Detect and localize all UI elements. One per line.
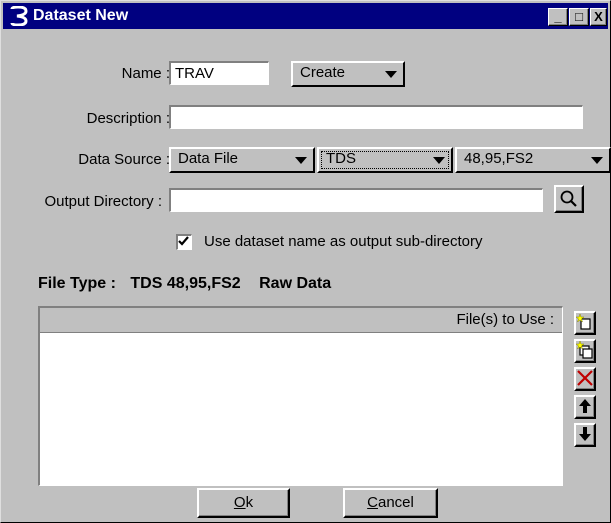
subdir-checkbox[interactable]: [176, 234, 192, 250]
version-value: 48,95,FS2: [464, 150, 534, 167]
format-dropdown[interactable]: TDS: [317, 147, 453, 173]
title-bar[interactable]: Dataset New _ □ X: [3, 3, 608, 29]
ok-mnemonic: O: [233, 494, 246, 511]
chevron-down-icon: [385, 71, 397, 78]
subdir-checkbox-label: Use dataset name as output sub-directory: [204, 233, 483, 250]
output-directory-label: Output Directory :: [44, 193, 162, 210]
data-source-label: Data Source :: [78, 151, 170, 168]
files-list-header: File(s) to Use :: [40, 308, 562, 333]
chevron-down-icon: [295, 157, 307, 164]
description-label: Description :: [86, 110, 170, 127]
cancel-button[interactable]: Cancel: [343, 488, 438, 518]
output-directory-field[interactable]: [169, 188, 543, 212]
magnifier-icon: [560, 190, 577, 207]
data-source-value: Data File: [178, 150, 239, 167]
delete-x-icon: [577, 370, 593, 386]
data-source-dropdown[interactable]: Data File: [169, 147, 315, 173]
chevron-down-icon: [433, 157, 445, 164]
cancel-label-rest: ancel: [377, 494, 414, 511]
add-file-button[interactable]: [574, 311, 596, 335]
move-down-icon: [579, 427, 591, 441]
file-type-label: File Type :: [38, 275, 116, 292]
move-up-icon: [579, 399, 591, 413]
copy-file-icon: [575, 340, 593, 359]
mode-dropdown[interactable]: Create: [291, 61, 405, 87]
format-value: TDS: [326, 150, 356, 167]
ok-label-rest: k: [245, 494, 254, 511]
maximize-button[interactable]: □: [569, 8, 589, 26]
app-logo-icon: [10, 6, 28, 26]
file-type-value: TDS 48,95,FS2: [130, 275, 241, 292]
file-type-line: File Type : TDS 48,95,FS2 Raw Data: [38, 275, 331, 293]
delete-file-button[interactable]: [574, 367, 596, 391]
dataset-new-window: Dataset New _ □ X Name : TRAV Create Des…: [0, 0, 611, 523]
name-field[interactable]: TRAV: [169, 61, 269, 85]
version-dropdown[interactable]: 48,95,FS2: [455, 147, 611, 173]
checkmark-icon: [178, 236, 189, 246]
cancel-mnemonic: C: [367, 494, 378, 511]
move-down-button[interactable]: [574, 423, 596, 447]
close-button[interactable]: X: [590, 8, 607, 26]
window-title: Dataset New: [33, 7, 129, 24]
copy-file-button[interactable]: [574, 339, 596, 363]
mode-dropdown-value: Create: [300, 64, 346, 81]
new-file-icon: [575, 313, 591, 330]
files-list[interactable]: File(s) to Use :: [38, 306, 563, 486]
file-type-kind: Raw Data: [259, 275, 332, 292]
ok-button[interactable]: Ok: [197, 488, 290, 518]
move-up-button[interactable]: [574, 395, 596, 419]
minimize-button[interactable]: _: [548, 8, 568, 26]
chevron-down-icon: [591, 157, 603, 164]
name-label: Name :: [121, 65, 170, 82]
description-field[interactable]: [169, 105, 583, 129]
browse-button[interactable]: [554, 185, 584, 213]
